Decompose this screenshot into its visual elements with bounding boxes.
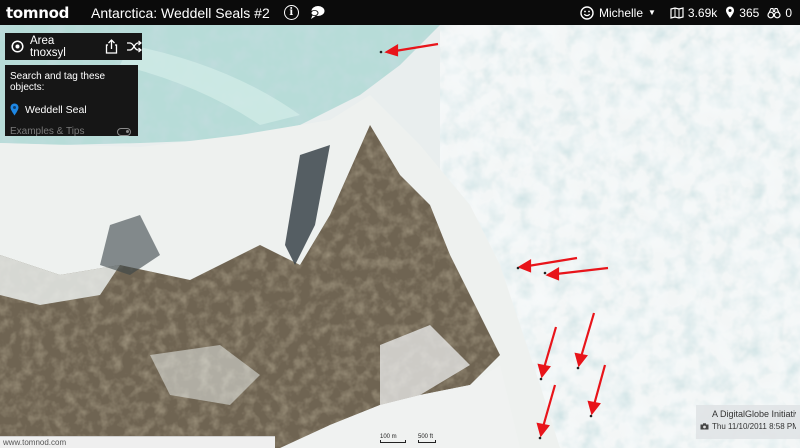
area-bar: Area tnoxsyl	[5, 33, 142, 60]
info-glyph: i	[289, 7, 294, 18]
tag-option-label: Weddell Seal	[25, 103, 87, 116]
scale-line	[418, 440, 436, 443]
chevron-down-icon: ▼	[648, 8, 656, 17]
user-menu[interactable]: Michelle ▼	[580, 6, 656, 20]
seal-dot	[516, 266, 520, 270]
pins-stat: 365	[725, 6, 759, 20]
examples-tips-label: Examples & Tips	[10, 126, 85, 137]
shuffle-icon[interactable]	[126, 40, 142, 53]
score-stat: 0	[767, 6, 792, 20]
seal-dot	[576, 366, 580, 370]
score-count: 0	[785, 5, 792, 20]
pin-icon	[726, 6, 735, 18]
user-name: Michelle	[598, 5, 643, 20]
map-icon	[670, 6, 684, 19]
campaign-title: Antarctica: Weddell Seals #2	[91, 4, 270, 21]
location-target-icon[interactable]	[11, 40, 24, 53]
red-arrow	[384, 42, 439, 57]
map-marker-icon	[10, 103, 19, 116]
seal-dot	[539, 377, 543, 381]
seal-dot	[538, 436, 542, 440]
credit-date-row: Thu 11/10/2011 8:58 PM	[700, 422, 796, 431]
top-bar: tomnod Antarctica: Weddell Seals #2 i Mi…	[0, 0, 800, 25]
camera-icon	[700, 423, 709, 430]
status-url: www.tomnod.com	[0, 436, 275, 448]
maps-count: 3.69k	[687, 5, 718, 20]
seal-dot	[379, 50, 383, 54]
red-arrow	[545, 266, 609, 281]
credit-date: Thu 11/10/2011 8:58 PM	[712, 422, 796, 431]
area-label: Area tnoxsyl	[30, 34, 66, 59]
examples-tips-row[interactable]: Examples & Tips	[10, 126, 133, 137]
toggle-icon[interactable]	[117, 127, 131, 136]
info-icon[interactable]: i	[283, 5, 299, 20]
smiley-icon	[580, 5, 594, 20]
chat-icon[interactable]	[309, 5, 325, 20]
red-arrow	[574, 312, 596, 368]
scale-line	[380, 440, 406, 443]
task-panel: Search and tag these objects: Weddell Se…	[5, 65, 138, 137]
task-heading: Search and tag these objects:	[10, 71, 106, 93]
red-arrow	[536, 384, 557, 438]
scale-bar-imperial: 500 ft	[418, 434, 448, 443]
imagery-credit: A DigitalGlobe Initiative Thu 11/10/2011…	[696, 405, 800, 439]
red-arrow	[517, 256, 578, 273]
credit-provider: A DigitalGlobe Initiative	[712, 409, 796, 419]
seal-dot	[543, 271, 547, 275]
scale-bar-metric: 100 m	[380, 434, 410, 443]
red-arrow	[587, 364, 607, 416]
tag-option-weddell-seal[interactable]: Weddell Seal	[10, 103, 133, 116]
pins-count: 365	[739, 5, 760, 20]
red-arrow	[537, 326, 558, 379]
binoculars-icon	[767, 7, 781, 18]
share-icon[interactable]	[105, 39, 118, 54]
seal-dot	[589, 414, 593, 418]
tomnod-logo[interactable]: tomnod	[6, 4, 69, 22]
maps-stat: 3.69k	[670, 6, 717, 20]
